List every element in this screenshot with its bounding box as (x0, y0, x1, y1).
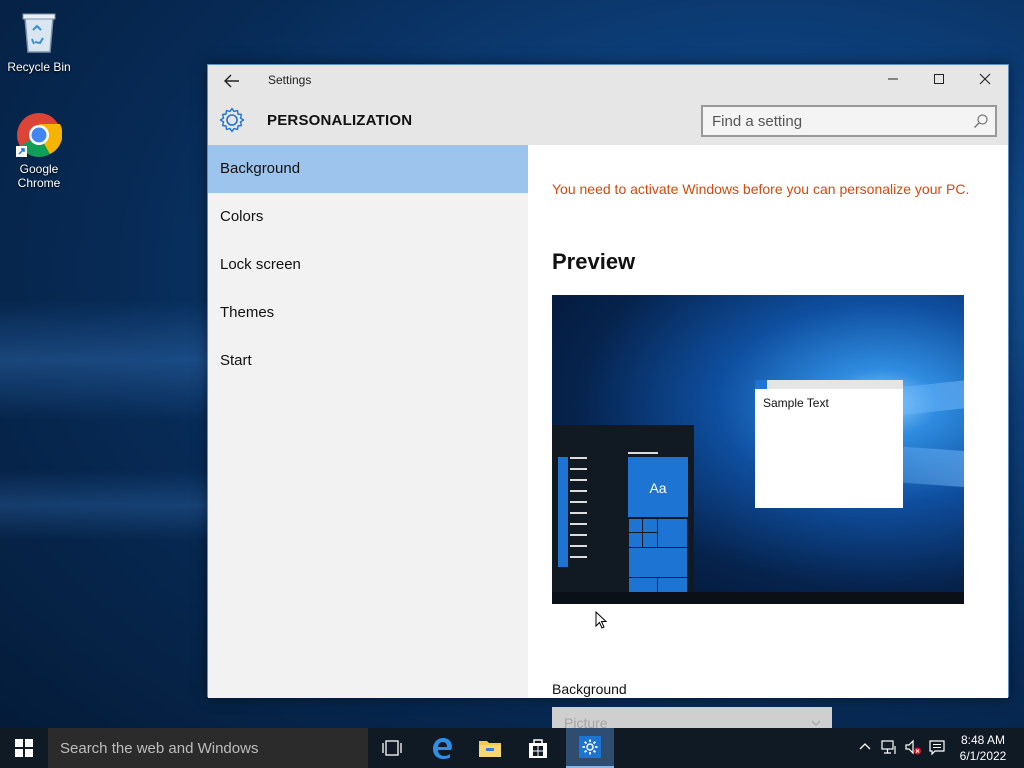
mouse-cursor-icon (595, 611, 607, 629)
activation-warning: You need to activate Windows before you … (552, 181, 970, 197)
store-button[interactable] (514, 728, 562, 768)
preview-menu-line (570, 512, 587, 514)
preview-menu-line (570, 490, 587, 492)
taskbar-clock[interactable]: 8:48 AM 6/1/2022 (950, 732, 1016, 764)
minimize-icon (888, 78, 898, 80)
preview-menu-line (570, 556, 587, 558)
close-icon (979, 73, 991, 85)
minimize-button[interactable] (870, 65, 916, 97)
preview-window-accent (755, 380, 767, 389)
find-setting-search[interactable] (701, 105, 997, 137)
sidebar-item-colors[interactable]: Colors (208, 193, 528, 241)
desktop-icon-chrome[interactable]: Google Chrome (4, 112, 74, 190)
desktop-icon-recycle-bin[interactable]: Recycle Bin (4, 8, 74, 74)
preview-menu-line (570, 457, 587, 459)
search-icon[interactable] (973, 113, 989, 129)
sidebar-item-lock-screen[interactable]: Lock screen (208, 241, 528, 289)
page-header: PERSONALIZATION (208, 97, 1008, 145)
preview-start-menu: Aa (552, 425, 694, 604)
taskbar: 8:48 AM 6/1/2022 (0, 728, 1024, 768)
background-preview: Aa Sample Text (552, 295, 964, 604)
chevron-up-icon[interactable] (856, 738, 874, 756)
maximize-button[interactable] (916, 65, 962, 97)
preview-menu-line (570, 545, 587, 547)
settings-taskbar-button[interactable] (566, 728, 614, 768)
background-label: Background (552, 681, 627, 697)
recycle-bin-icon (22, 13, 56, 53)
preview-menu-line (628, 452, 658, 454)
search-input[interactable] (703, 107, 995, 135)
sidebar-item-start[interactable]: Start (208, 337, 528, 385)
preview-menu-line (570, 534, 587, 536)
clock-time: 8:48 AM (960, 733, 1006, 747)
sidebar-item-themes[interactable]: Themes (208, 289, 528, 337)
close-button[interactable] (962, 65, 1008, 97)
settings-window: Settings PERSONALIZATION Background Colo… (207, 64, 1009, 739)
preview-sample-text: Sample Text (763, 396, 829, 410)
clock-date: 6/1/2022 (959, 749, 1007, 763)
taskbar-search[interactable] (48, 728, 368, 768)
back-arrow-icon (224, 74, 239, 88)
desktop-icon-label: Google Chrome (17, 162, 61, 190)
network-icon[interactable] (880, 738, 898, 756)
preview-window-bar (755, 380, 903, 389)
settings-icon (579, 736, 601, 758)
desktop-icon-label: Recycle Bin (7, 60, 71, 74)
taskbar-search-input[interactable] (48, 728, 368, 768)
task-view-button[interactable] (368, 728, 416, 768)
file-explorer-icon (479, 741, 501, 757)
task-view-icon (382, 740, 402, 756)
back-button[interactable] (220, 71, 244, 91)
sidebar-item-background[interactable]: Background (208, 145, 528, 193)
preview-tile: Aa (628, 457, 688, 517)
volume-muted-icon[interactable] (904, 738, 922, 756)
start-button[interactable] (0, 728, 48, 768)
chrome-icon (16, 113, 62, 157)
preview-taskbar (552, 592, 964, 604)
preview-menu-line (570, 501, 587, 503)
edge-icon (433, 738, 452, 759)
window-title: Settings (268, 73, 312, 87)
preview-menu-line (570, 479, 587, 481)
action-center-icon[interactable] (928, 738, 946, 756)
preview-heading: Preview (552, 249, 636, 274)
maximize-icon (934, 74, 944, 84)
edge-button[interactable] (418, 728, 466, 768)
windows-logo-icon (15, 739, 33, 757)
preview-tile-grid (628, 518, 688, 593)
preview-menu-line (570, 523, 587, 525)
file-explorer-button[interactable] (466, 728, 514, 768)
preview-window: Sample Text (755, 380, 903, 508)
title-bar[interactable]: Settings (208, 65, 1008, 97)
preview-start-rail (558, 457, 568, 567)
gear-icon (219, 107, 245, 133)
page-title: PERSONALIZATION (267, 112, 413, 129)
sidebar-nav: Background Colors Lock screen Themes Sta… (208, 145, 528, 698)
store-icon (529, 739, 547, 758)
preview-menu-line (570, 468, 587, 470)
